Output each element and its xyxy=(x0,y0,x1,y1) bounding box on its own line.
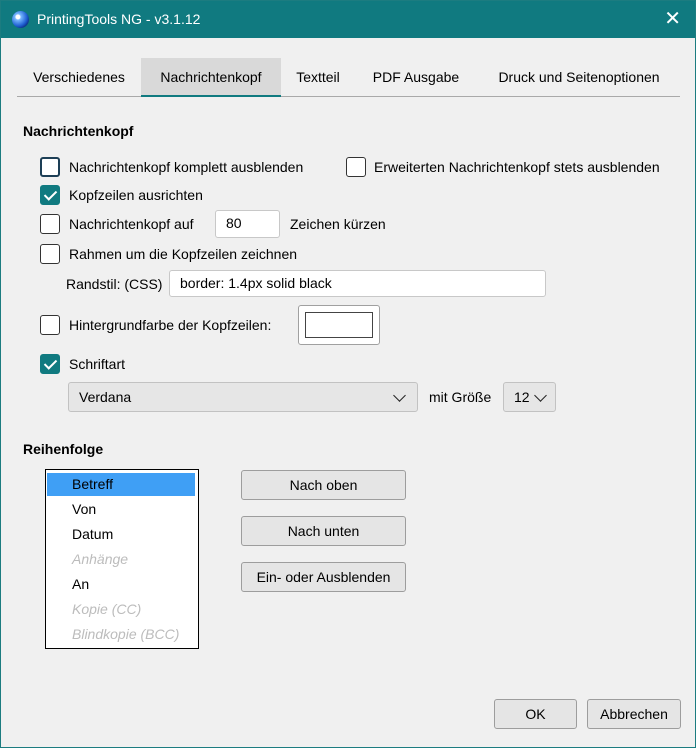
section-title-nachrichtenkopf: Nachrichtenkopf xyxy=(23,123,134,139)
truncate-label-after: Zeichen kürzen xyxy=(290,216,386,232)
move-up-button[interactable]: Nach oben xyxy=(241,470,406,500)
list-item-kopie-cc[interactable]: Kopie (CC) xyxy=(47,598,195,621)
truncate-length-input[interactable]: 80 xyxy=(215,210,280,238)
tab-verschiedenes[interactable]: Verschiedenes xyxy=(17,58,141,97)
draw-border-checkbox[interactable] xyxy=(40,244,60,264)
background-color-checkbox[interactable] xyxy=(40,315,60,335)
list-item-an[interactable]: An xyxy=(47,573,195,596)
chevron-down-icon xyxy=(534,389,547,402)
list-item-von[interactable]: Von xyxy=(47,498,195,521)
cancel-button[interactable]: Abbrechen xyxy=(587,699,681,729)
title-bar[interactable]: PrintingTools NG - v3.1.12 ✕ xyxy=(1,1,695,38)
toggle-visibility-button[interactable]: Ein- oder Ausblenden xyxy=(241,562,406,592)
hide-header-checkbox[interactable] xyxy=(40,157,60,177)
list-item-datum[interactable]: Datum xyxy=(47,523,195,546)
list-item-anhaenge[interactable]: Anhänge xyxy=(47,548,195,571)
header-order-list[interactable]: Betreff Von Datum Anhänge An Kopie (CC) … xyxy=(45,469,199,649)
hide-header-label: Nachrichtenkopf komplett ausblenden xyxy=(69,159,304,175)
chevron-down-icon xyxy=(393,389,406,402)
truncate-header-checkbox[interactable] xyxy=(40,214,60,234)
ok-button[interactable]: OK xyxy=(494,699,577,729)
window-title: PrintingTools NG - v3.1.12 xyxy=(37,11,201,27)
font-size-select[interactable]: 12 xyxy=(503,382,556,412)
draw-border-label: Rahmen um die Kopfzeilen zeichnen xyxy=(69,246,298,262)
background-color-label: Hintergrundfarbe der Kopfzeilen: xyxy=(69,317,272,333)
truncate-label-before: Nachrichtenkopf auf xyxy=(69,216,194,232)
border-style-label: Randstil: (CSS) xyxy=(66,276,163,292)
font-checkbox[interactable] xyxy=(40,354,60,374)
list-item-betreff[interactable]: Betreff xyxy=(47,473,195,496)
border-style-input[interactable]: border: 1.4px solid black xyxy=(169,270,546,297)
font-family-select[interactable]: Verdana xyxy=(68,382,418,412)
hide-extended-header-checkbox[interactable] xyxy=(346,157,366,177)
move-down-button[interactable]: Nach unten xyxy=(241,516,406,546)
section-title-reihenfolge: Reihenfolge xyxy=(23,441,104,457)
list-item-blindkopie-bcc[interactable]: Blindkopie (BCC) xyxy=(47,623,195,646)
background-color-swatch xyxy=(305,312,373,338)
font-size-value: 12 xyxy=(514,389,530,405)
tab-textteil[interactable]: Textteil xyxy=(283,58,353,97)
hide-extended-header-label: Erweiterten Nachrichtenkopf stets ausble… xyxy=(374,159,660,175)
tab-pdf-ausgabe[interactable]: PDF Ausgabe xyxy=(361,58,471,97)
font-size-label: mit Größe xyxy=(429,389,492,405)
app-globe-icon xyxy=(12,11,29,28)
dialog-window: PrintingTools NG - v3.1.12 ✕ Verschieden… xyxy=(0,0,696,748)
font-label: Schriftart xyxy=(69,356,126,372)
close-icon[interactable]: ✕ xyxy=(664,7,681,31)
align-lines-label: Kopfzeilen ausrichten xyxy=(69,187,203,203)
background-color-picker[interactable] xyxy=(298,305,380,345)
font-family-value: Verdana xyxy=(79,389,132,405)
tab-bar: Verschiedenes Nachrichtenkopf Textteil P… xyxy=(17,58,680,97)
align-lines-checkbox[interactable] xyxy=(40,185,60,205)
tab-druck-und-seitenoptionen[interactable]: Druck und Seitenoptionen xyxy=(481,58,677,97)
tab-nachrichtenkopf[interactable]: Nachrichtenkopf xyxy=(141,58,281,97)
